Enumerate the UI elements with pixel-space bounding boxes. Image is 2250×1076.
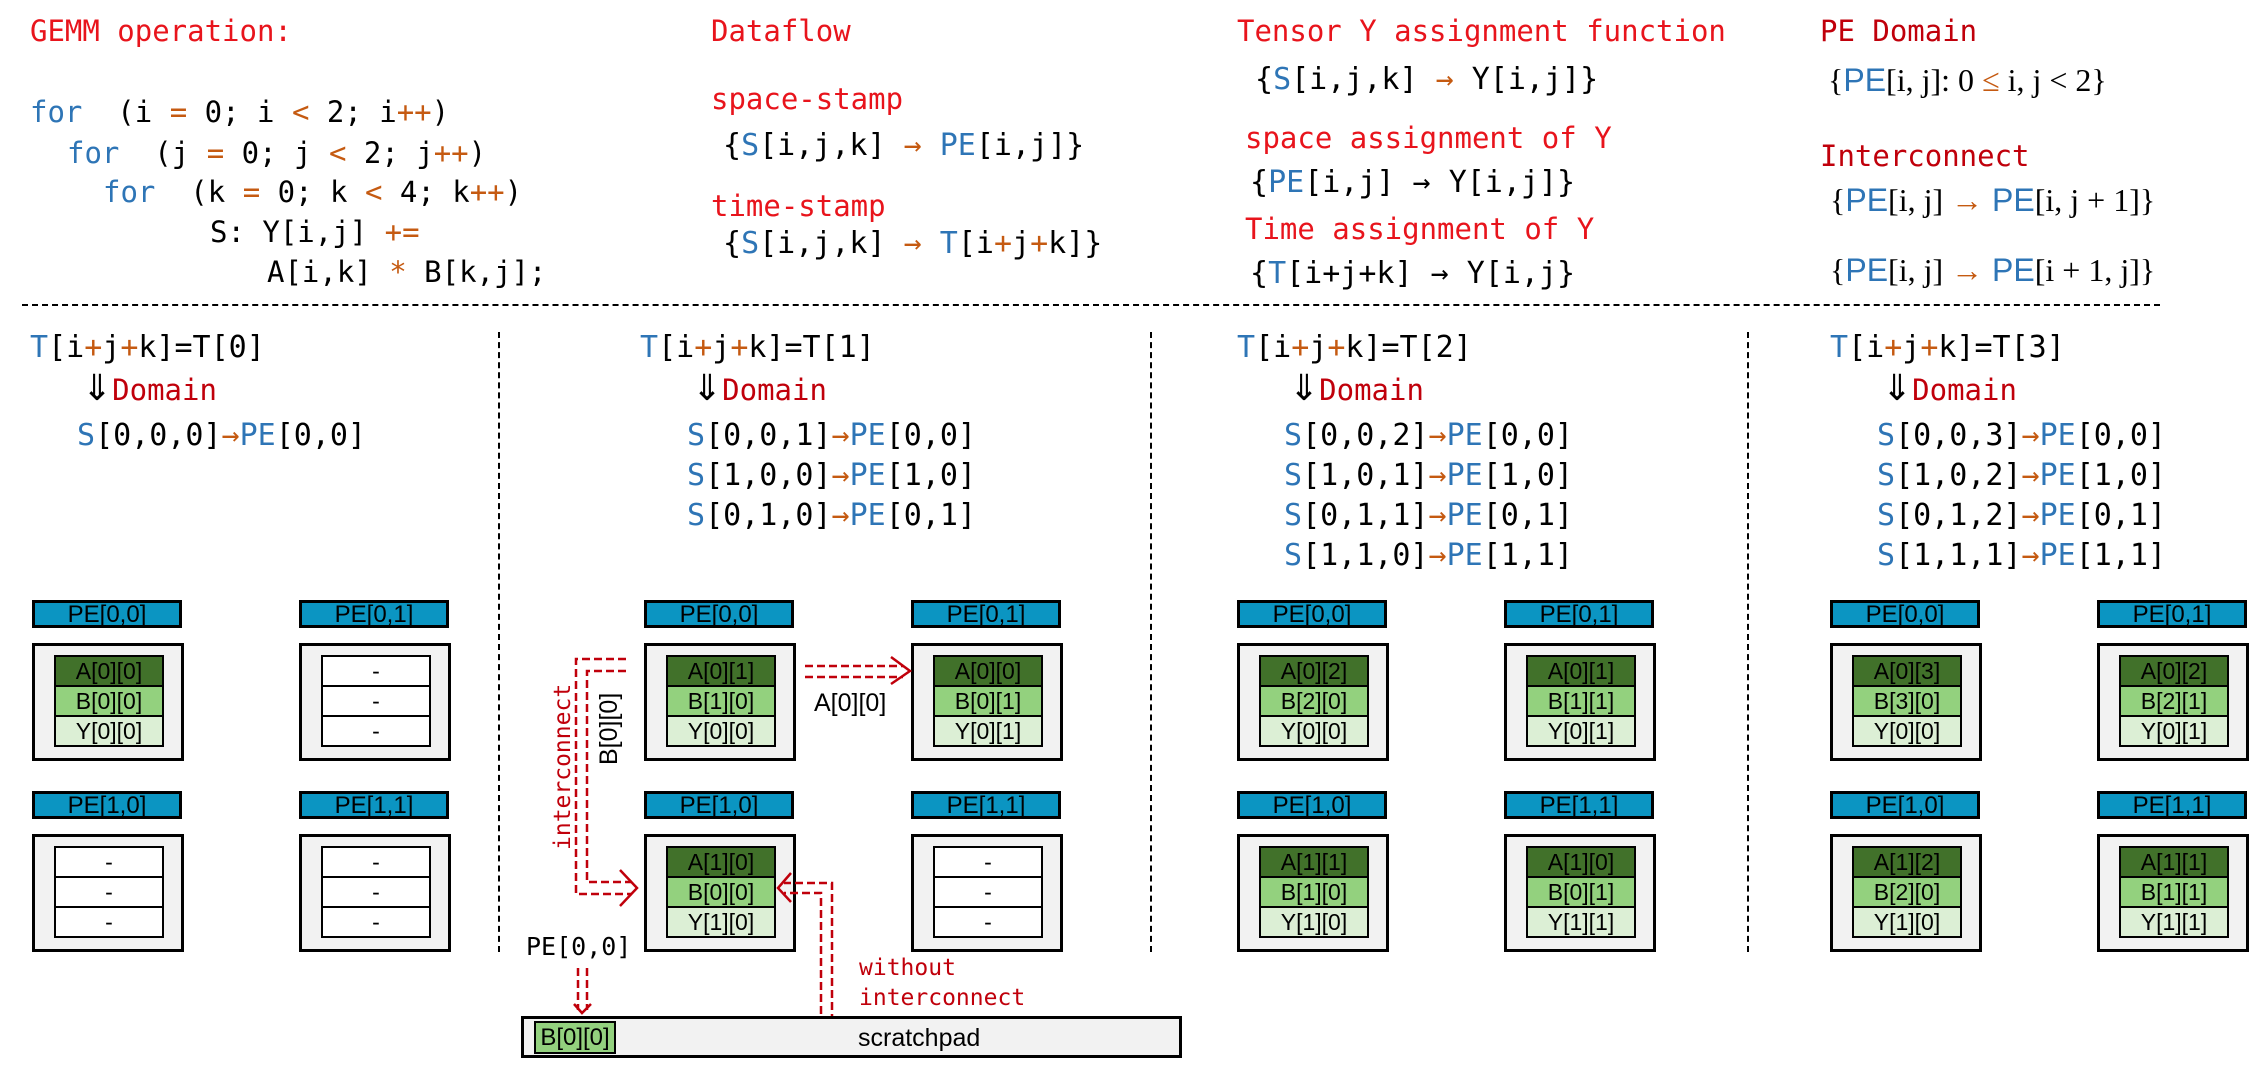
- dataflow-arrows: [573, 655, 913, 1044]
- scratchpad-arrowhead-icon: [776, 872, 792, 903]
- interconnect-arrowhead-icon: [619, 869, 639, 907]
- without-interconnect-label-2: interconnect: [859, 985, 1026, 1011]
- without-interconnect-label-1: without: [859, 955, 956, 981]
- scratchpad-label: scratchpad: [858, 1024, 981, 1052]
- a-transfer-arrowhead-icon: [890, 655, 913, 686]
- store-arrowhead-icon: [573, 1003, 592, 1015]
- b-transfer-label: B[0][0]: [595, 692, 623, 765]
- interconnect-label: interconnect: [550, 683, 576, 850]
- a-transfer-label: A[0][0]: [814, 689, 887, 717]
- scratchpad: B[0][0] scratchpad: [521, 1016, 1182, 1058]
- scratchpad-item: B[0][0]: [534, 1021, 616, 1054]
- scratchpad-arrow-line: [648, 891, 823, 1035]
- pe-source-label: PE[0,0]: [526, 932, 632, 961]
